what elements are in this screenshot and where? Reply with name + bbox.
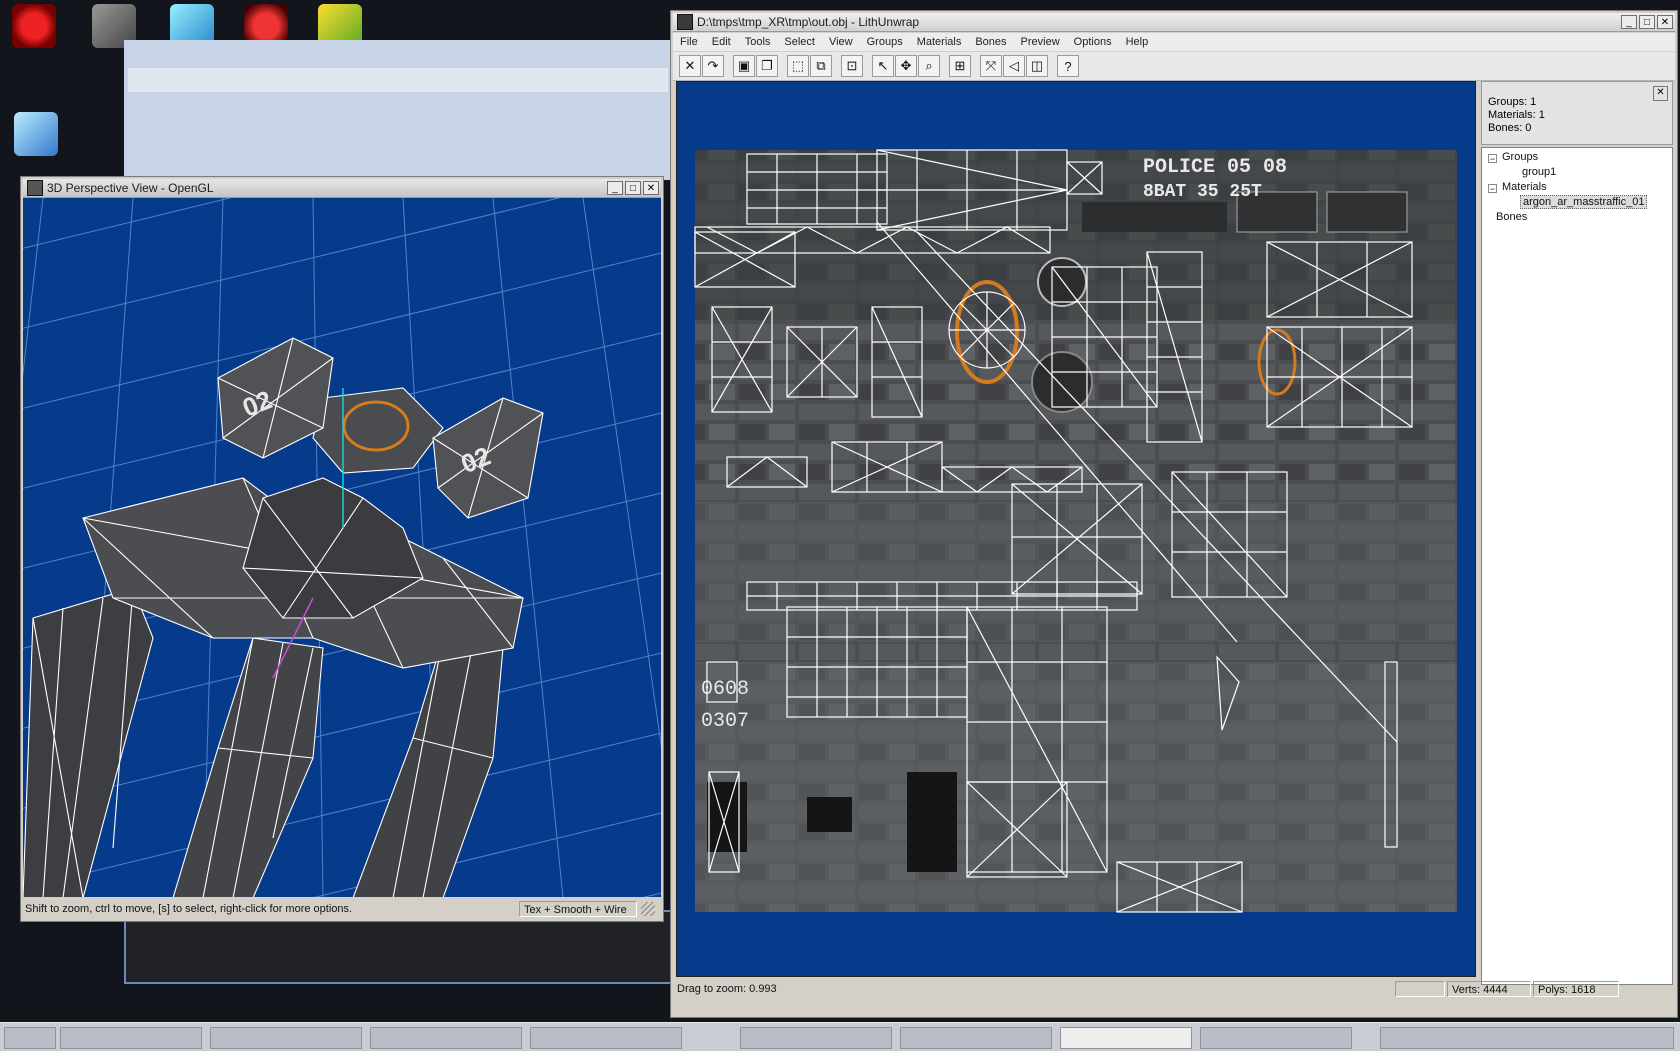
pointer-icon[interactable]: ↖	[872, 55, 894, 77]
tree-materials[interactable]: Materials	[1502, 181, 1547, 193]
info-panel: ✕ Groups: 1 Materials: 1 Bones: 0	[1481, 81, 1673, 145]
taskbar-item[interactable]	[1060, 1027, 1192, 1049]
perspective-viewport[interactable]: 02 02	[23, 198, 661, 897]
tree-bones[interactable]: Bones	[1496, 211, 1527, 223]
perspective-hint: Shift to zoom, ctrl to move, [s] to sele…	[25, 903, 353, 915]
menubar: File Edit Tools Select View Groups Mater…	[673, 33, 1675, 51]
taskbar-item[interactable]	[1200, 1027, 1352, 1049]
opera-icon[interactable]	[12, 4, 56, 48]
taskbar-item[interactable]	[210, 1027, 362, 1049]
menu-materials[interactable]: Materials	[910, 36, 969, 48]
copy-icon[interactable]: ❐	[756, 55, 778, 77]
texture-text-police: POLICE 05 08	[1143, 156, 1287, 179]
status-empty	[1395, 981, 1445, 997]
uv-viewport[interactable]: POLICE 05 08 8BAT 35 25T 0608 0307	[676, 81, 1476, 977]
close-tool-icon[interactable]: ✕	[679, 55, 701, 77]
perspective-canvas[interactable]: 02 02	[23, 198, 661, 897]
perspective-title: 3D Perspective View - OpenGL	[47, 181, 214, 195]
menu-view[interactable]: View	[822, 36, 860, 48]
info-bones: Bones: 0	[1488, 122, 1532, 134]
menu-select[interactable]: Select	[777, 36, 822, 48]
uv-texture-canvas[interactable]: POLICE 05 08 8BAT 35 25T 0608 0307	[677, 82, 1475, 976]
tree-groups[interactable]: Groups	[1502, 151, 1538, 163]
menu-help[interactable]: Help	[1119, 36, 1156, 48]
taskbar-item[interactable]	[370, 1027, 522, 1049]
panel-close-icon[interactable]: ✕	[1653, 86, 1668, 101]
dropbox-icon[interactable]	[14, 112, 58, 156]
status-drag-zoom: Drag to zoom: 0.993	[677, 983, 777, 995]
expand-groups-icon[interactable]: −	[1488, 154, 1497, 164]
fit-icon[interactable]: ⊡	[841, 55, 863, 77]
perspective-titlebar[interactable]: 3D Perspective View - OpenGL _ □ ✕	[23, 179, 661, 198]
help-query-icon[interactable]: ?	[1057, 55, 1079, 77]
lithunwrap-window: D:\tmps\tmp_XR\tmp\out.obj - LithUnwrap …	[670, 10, 1678, 1018]
taskbar	[0, 1022, 1680, 1051]
lithunwrap-app-icon	[677, 14, 693, 30]
render-mode[interactable]: Tex + Smooth + Wire	[519, 901, 637, 917]
taskbar-item[interactable]	[4, 1027, 56, 1049]
toolbar: ✕ ↷ ▣ ❐ ⬚ ⧉ ⊡ ↖ ✥ ⌕ ⊞ ⤧ ◁ ◫ ?	[673, 52, 1675, 81]
face-select-icon[interactable]: ◫	[1026, 55, 1048, 77]
zoom-box-icon[interactable]: ⊞	[949, 55, 971, 77]
perspective-window: 3D Perspective View - OpenGL _ □ ✕ 02 02…	[20, 176, 664, 922]
system-tray	[1380, 1027, 1674, 1049]
texture-text-side1: 0608	[701, 678, 749, 701]
status-polys: Polys: 1618	[1533, 981, 1619, 997]
save-icon[interactable]: ▣	[733, 55, 755, 77]
status-verts: Verts: 4444	[1447, 981, 1531, 997]
maximize-button[interactable]: □	[1639, 15, 1655, 29]
info-groups: Groups: 1	[1488, 96, 1537, 108]
minimize-button[interactable]: _	[1621, 15, 1637, 29]
move-icon[interactable]: ✥	[895, 55, 917, 77]
lasso-select-icon[interactable]: ⧉	[810, 55, 832, 77]
menu-tools[interactable]: Tools	[738, 36, 778, 48]
taskbar-item[interactable]	[530, 1027, 682, 1049]
perspective-statusbar: Shift to zoom, ctrl to move, [s] to sele…	[23, 899, 661, 919]
vertex-select-icon[interactable]: ◁	[1003, 55, 1025, 77]
texture-text-side2: 0307	[701, 710, 749, 733]
background-window-bar	[128, 68, 668, 92]
menu-file[interactable]: File	[673, 36, 705, 48]
menu-preview[interactable]: Preview	[1014, 36, 1067, 48]
expand-materials-icon[interactable]: −	[1488, 184, 1497, 194]
window-title: D:\tmps\tmp_XR\tmp\out.obj - LithUnwrap	[697, 15, 920, 29]
redo-icon[interactable]: ↷	[702, 55, 724, 77]
resize-grip-icon[interactable]	[641, 902, 655, 916]
texture-text-bat: 8BAT 35 25T	[1143, 182, 1262, 202]
menu-options[interactable]: Options	[1067, 36, 1119, 48]
tree-group1[interactable]: group1	[1522, 166, 1556, 178]
menu-groups[interactable]: Groups	[860, 36, 910, 48]
info-materials: Materials: 1	[1488, 109, 1545, 121]
vertex-move-icon[interactable]: ⤧	[980, 55, 1002, 77]
lith-statusbar: Drag to zoom: 0.993 Verts: 4444 Polys: 1…	[675, 979, 1675, 999]
ship-model[interactable]	[23, 337, 544, 897]
taskbar-item[interactable]	[900, 1027, 1052, 1049]
rect-select-icon[interactable]: ⬚	[787, 55, 809, 77]
perspective-close-button[interactable]: ✕	[643, 181, 659, 195]
lithunwrap-titlebar[interactable]: D:\tmps\tmp_XR\tmp\out.obj - LithUnwrap …	[673, 13, 1675, 32]
perspective-maximize-button[interactable]: □	[625, 181, 641, 195]
taskbar-item[interactable]	[60, 1027, 202, 1049]
menu-edit[interactable]: Edit	[705, 36, 738, 48]
menu-bones[interactable]: Bones	[968, 36, 1013, 48]
perspective-minimize-button[interactable]: _	[607, 181, 623, 195]
background-window	[124, 40, 674, 180]
close-button[interactable]: ✕	[1657, 15, 1673, 29]
scene-tree: − Groups group1 − Materials argon_ar_mas…	[1481, 147, 1673, 985]
taskbar-item[interactable]	[740, 1027, 892, 1049]
perspective-app-icon	[27, 180, 43, 196]
tree-material1[interactable]: argon_ar_masstraffic_01	[1520, 195, 1648, 209]
zoom-icon[interactable]: ⌕	[918, 55, 940, 77]
